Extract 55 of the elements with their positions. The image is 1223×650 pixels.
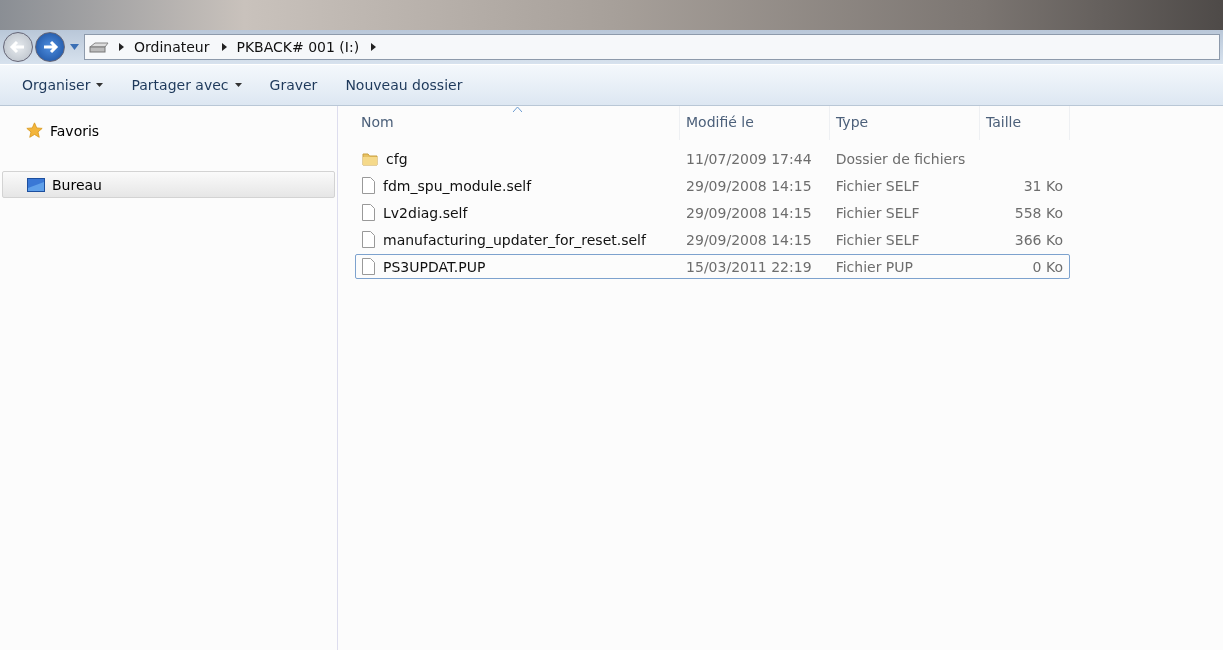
size-cell: 31 Ko	[1023, 177, 1063, 194]
chevron-icon[interactable]	[371, 43, 377, 51]
file-row[interactable]: PS3UPDAT.PUP 15/03/2011 22:19 Fichier PUP 0 Ko	[355, 254, 1070, 279]
type-cell-text: Fichier SELF	[834, 204, 921, 221]
file-icon	[362, 204, 375, 221]
forward-button[interactable]	[35, 32, 65, 62]
column-header[interactable]: Modifié le	[680, 106, 830, 140]
breadcrumb[interactable]: PKBACK# 001 (I:)	[236, 39, 360, 55]
column-header[interactable]: Nom	[355, 106, 680, 140]
file-row[interactable]: fdm_spu_module.self 29/09/2008 14:15 Fichier SELF 31 Ko	[355, 173, 1070, 198]
column-header[interactable]: Type	[830, 106, 980, 140]
file-icon	[362, 258, 375, 275]
size-cell: 366 Ko	[1014, 231, 1063, 248]
drive-icon	[89, 41, 109, 53]
star-icon	[26, 122, 43, 139]
toolbar-button[interactable]: Partager avec	[119, 73, 254, 97]
size-cell: 558 Ko	[1014, 204, 1063, 221]
date-cell-text: 29/09/2008 14:15	[685, 204, 813, 221]
type-cell-text: Dossier de fichiers	[834, 150, 967, 167]
file-name: Lv2diag.self	[383, 204, 468, 221]
date-cell-text: 29/09/2008 14:15	[685, 231, 813, 248]
chevron-icon[interactable]	[119, 43, 124, 51]
toolbar-button[interactable]: Graver	[257, 73, 330, 97]
file-row[interactable]: cfg 11/07/2009 17:44 Dossier de fichiers	[355, 146, 1070, 171]
date-cell-text: 29/09/2008 14:15	[685, 177, 813, 194]
sidebar-item[interactable]: Favoris	[2, 118, 335, 143]
breadcrumb[interactable]: Ordinateur	[134, 39, 210, 55]
caret-icon	[234, 83, 242, 87]
caret-icon	[96, 83, 104, 87]
file-name: PS3UPDAT.PUP	[383, 258, 486, 275]
file-name: manufacturing_updater_for_reset.self	[383, 231, 646, 248]
chevron-icon[interactable]	[221, 43, 227, 51]
file-row[interactable]: Lv2diag.self 29/09/2008 14:15 Fichier SELF 558 Ko	[355, 200, 1070, 225]
desktop-icon	[27, 177, 45, 192]
file-name: fdm_spu_module.self	[383, 177, 532, 194]
toolbar-button[interactable]: Nouveau dossier	[333, 73, 475, 97]
date-cell-text: 11/07/2009 17:44	[685, 150, 813, 167]
type-cell-text: Fichier SELF	[834, 231, 921, 248]
folder-icon	[362, 150, 378, 167]
type-cell-text: Fichier PUP	[834, 258, 914, 275]
forward-arrow-icon	[41, 38, 59, 56]
type-cell-text: Fichier SELF	[834, 177, 921, 194]
back-arrow-icon	[9, 38, 27, 56]
file-row[interactable]: manufacturing_updater_for_reset.self 29/09/2008 14:15 Fichier SELF 366 Ko	[355, 227, 1070, 252]
toolbar-button[interactable]: Organiser	[10, 73, 116, 97]
back-button[interactable]	[3, 32, 33, 62]
address-bar[interactable]: Ordinateur PKBACK# 001 (I:)	[84, 34, 1220, 60]
size-cell: 0 Ko	[1032, 258, 1063, 275]
sidebar-item[interactable]: Bureau	[2, 171, 335, 198]
date-cell-text: 15/03/2011 22:19	[685, 258, 813, 275]
caret-icon[interactable]	[70, 44, 79, 50]
file-name: cfg	[386, 150, 408, 167]
file-icon	[362, 231, 375, 248]
column-header[interactable]: Taille	[980, 106, 1070, 140]
file-icon	[362, 177, 375, 194]
